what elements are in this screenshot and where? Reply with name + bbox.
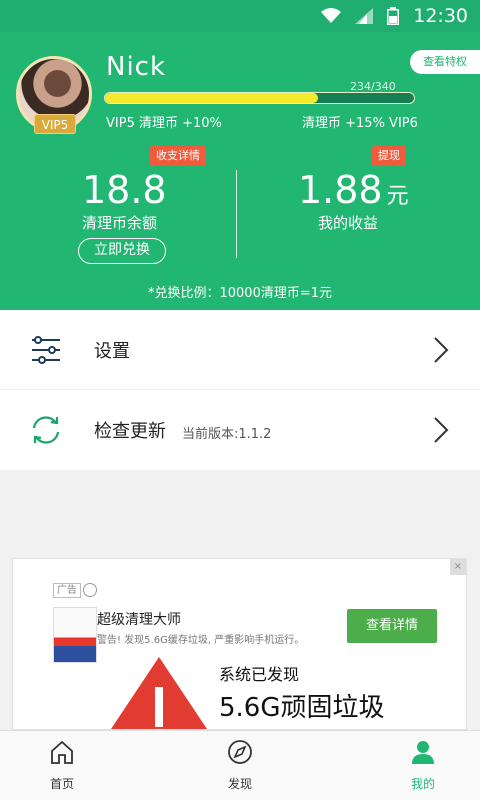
withdraw-tag[interactable]: 提现 xyxy=(372,146,406,166)
nav-item-discover[interactable]: 发现 xyxy=(200,731,280,800)
ad-big-text: 5.6G顽固垃圾 xyxy=(219,693,385,723)
ad-app-name: 超级清理大师 xyxy=(97,612,181,628)
menu-item-check-update[interactable]: 检查更新 当前版本:1.1.2 xyxy=(0,390,480,470)
current-version-text: 当前版本:1.1.2 xyxy=(182,427,272,442)
sliders-icon xyxy=(32,336,60,364)
current-level-text: VIP5 清理币 +10% xyxy=(106,116,222,131)
earnings-value: 1.88 xyxy=(298,168,383,212)
ad-label: 广告 xyxy=(53,583,81,598)
redeem-now-button[interactable]: 立即兑换 xyxy=(78,238,166,264)
wifi-icon xyxy=(321,8,342,24)
ad-close-icon[interactable]: × xyxy=(450,559,466,575)
status-time: 12:30 xyxy=(413,5,468,27)
chevron-right-icon xyxy=(434,336,449,363)
warning-icon xyxy=(111,657,207,729)
menu-item-settings[interactable]: 设置 xyxy=(0,310,480,390)
view-privileges-button[interactable]: 查看特权 xyxy=(410,50,480,74)
earnings-value-group: 1.88 元 xyxy=(298,168,409,212)
exchange-rate-text: *兑换比例：10000清理币=1元 xyxy=(147,286,333,301)
ad-banner[interactable]: × 广告 超级清理大师 警告! 发现5.6G缓存垃圾, 严重影响手机运行。 查看… xyxy=(12,558,467,730)
vip-progress-bar xyxy=(104,92,415,104)
vip-progress-fill xyxy=(105,93,319,103)
username: Nick xyxy=(106,52,167,82)
settings-menu: 设置 检查更新 当前版本:1.1.2 xyxy=(0,310,480,470)
menu-label-check-update: 检查更新 xyxy=(94,421,166,442)
battery-icon xyxy=(387,7,400,25)
earnings-unit: 元 xyxy=(386,184,409,209)
coin-balance-value: 18.8 xyxy=(82,168,167,212)
header-divider xyxy=(236,170,237,258)
income-details-tag[interactable]: 收支详情 xyxy=(150,146,206,166)
menu-label-settings: 设置 xyxy=(94,340,130,362)
next-level-text: 清理币 +15% VIP6 xyxy=(302,116,418,131)
status-bar: 12:30 xyxy=(0,0,480,32)
home-icon xyxy=(51,740,73,764)
ad-app-description: 警告! 发现5.6G缓存垃圾, 严重影响手机运行。 xyxy=(97,635,305,646)
ad-info-icon xyxy=(83,583,97,597)
nav-item-mine[interactable]: 我的 xyxy=(383,731,463,800)
bottom-navigation: 首页 发现 我的 xyxy=(0,730,480,800)
coin-balance-label: 清理币余额 xyxy=(82,214,158,232)
ad-app-thumbnail xyxy=(53,607,97,663)
user-icon xyxy=(412,741,434,764)
nav-label-discover: 发现 xyxy=(227,777,252,791)
compass-icon xyxy=(228,740,252,764)
refresh-icon xyxy=(32,416,60,444)
ad-view-details-button[interactable]: 查看详情 xyxy=(347,609,437,643)
nav-item-home[interactable]: 首页 xyxy=(22,731,102,800)
nav-label-mine: 我的 xyxy=(410,777,435,791)
nav-label-home: 首页 xyxy=(49,777,74,791)
earnings-label: 我的收益 xyxy=(318,214,379,232)
vip-badge: VIP5 xyxy=(34,114,76,134)
chevron-right-icon xyxy=(434,417,449,443)
profile-header: VIP5 Nick 查看特权 234/340 VIP5 清理币 +10% 清理币… xyxy=(0,32,480,310)
ad-headline: 系统已发现 xyxy=(219,665,300,684)
signal-icon xyxy=(355,8,374,24)
